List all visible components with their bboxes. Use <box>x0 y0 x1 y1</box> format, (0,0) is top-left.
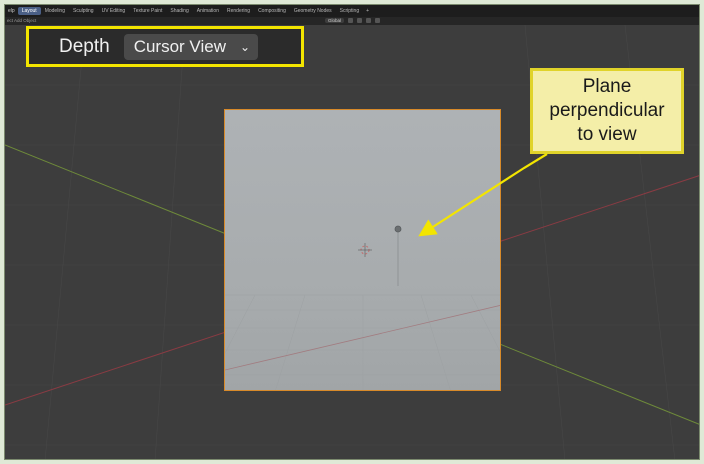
menu-help[interactable]: elp <box>5 8 18 14</box>
add-workspace-button[interactable]: + <box>363 8 372 14</box>
chevron-down-icon: ⌄ <box>239 39 251 54</box>
tab-sculpting[interactable]: Sculpting <box>69 7 98 15</box>
tab-geometry-nodes[interactable]: Geometry Nodes <box>290 7 336 15</box>
snap-icon[interactable] <box>357 18 363 23</box>
3d-cursor-icon <box>358 243 372 257</box>
top-menu-bar: elp Layout Modeling Sculpting UV Editing… <box>5 5 699 17</box>
transform-orientation-dropdown[interactable]: Global <box>325 18 345 23</box>
tab-compositing[interactable]: Compositing <box>254 7 290 15</box>
callout-line-3: to view <box>577 124 637 145</box>
tab-rendering[interactable]: Rendering <box>223 7 254 15</box>
header-tools: Global <box>325 18 381 23</box>
tab-shading[interactable]: Shading <box>166 7 192 15</box>
proportional-edit-icon[interactable] <box>366 18 372 23</box>
tab-scripting[interactable]: Scripting <box>336 7 363 15</box>
depth-highlight-box: Depth Cursor View ⌄ <box>26 26 304 67</box>
tab-modeling[interactable]: Modeling <box>41 7 69 15</box>
callout-line-2: perpendicular <box>549 100 665 121</box>
tab-uv-editing[interactable]: UV Editing <box>98 7 130 15</box>
falloff-icon[interactable] <box>375 18 381 23</box>
plane-object[interactable] <box>224 109 501 391</box>
tool-header: ect Add Object Global <box>5 17 699 25</box>
depth-dropdown-value: Cursor View <box>133 36 226 56</box>
depth-label: Depth <box>59 35 110 57</box>
tab-animation[interactable]: Animation <box>193 7 223 15</box>
plane-floor-grid <box>225 225 500 390</box>
tab-texture-paint[interactable]: Texture Paint <box>129 7 166 15</box>
callout-line-1: Plane <box>582 76 632 97</box>
tab-layout[interactable]: Layout <box>17 7 41 15</box>
pivot-icon[interactable] <box>348 18 354 23</box>
depth-dropdown[interactable]: Cursor View ⌄ <box>123 33 259 60</box>
operator-label: ect Add Object <box>7 18 37 23</box>
annotation-callout: Plane perpendicular to view <box>530 68 684 154</box>
